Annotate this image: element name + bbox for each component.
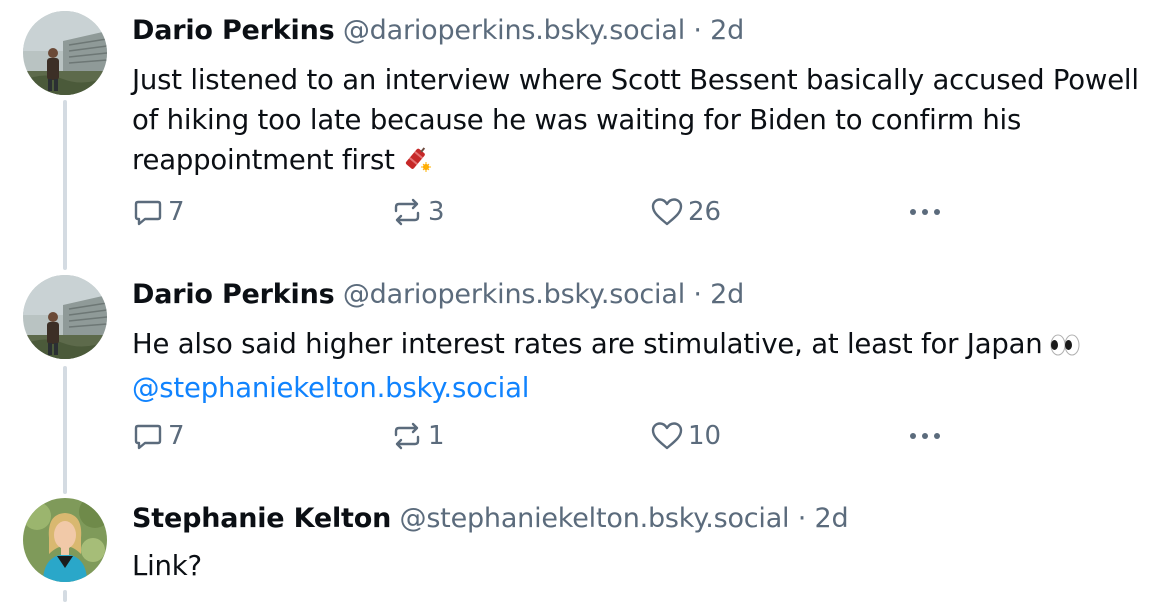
post-text: Just listened to an interview where Scot… <box>132 60 1142 184</box>
post-item[interactable]: Stephanie Kelton @stephaniekelton.bsky.s… <box>0 488 1176 602</box>
repost-button[interactable]: 1 <box>390 416 445 456</box>
repost-count: 1 <box>428 421 445 451</box>
post-item[interactable]: Dario Perkins @darioperkins.bsky.social … <box>0 264 1176 488</box>
separator-dot: · <box>797 503 807 534</box>
speech-bubble-icon <box>132 420 164 452</box>
separator-dot: · <box>693 279 702 310</box>
reply-count: 7 <box>168 197 185 227</box>
mention-link[interactable]: @stephaniekelton.bsky.social <box>132 372 529 404</box>
post-actions: 7 1 10 <box>132 416 952 456</box>
post-text-content: Link? <box>132 550 202 582</box>
post-text-content: He also said higher interest rates are s… <box>132 328 1043 360</box>
more-options-button[interactable] <box>907 416 943 456</box>
ellipsis-icon <box>907 196 943 228</box>
heart-outline-icon <box>650 420 684 452</box>
post-text-content: Just listened to an interview where Scot… <box>132 64 1139 176</box>
separator-dot: · <box>693 15 702 46</box>
repost-count: 3 <box>428 197 445 227</box>
post-header: Dario Perkins @darioperkins.bsky.social … <box>132 277 744 313</box>
post-time[interactable]: 2d <box>710 15 744 46</box>
heart-outline-icon <box>650 196 684 228</box>
author-name[interactable]: Stephanie Kelton <box>132 503 391 534</box>
reply-button[interactable]: 7 <box>132 192 185 232</box>
repost-arrows-icon <box>390 420 424 452</box>
post-header: Dario Perkins @darioperkins.bsky.social … <box>132 13 744 49</box>
author-name[interactable]: Dario Perkins <box>132 279 335 310</box>
reply-button[interactable]: 7 <box>132 416 185 456</box>
post-time[interactable]: 2d <box>815 503 849 534</box>
post-thread: Dario Perkins @darioperkins.bsky.social … <box>0 0 1176 602</box>
author-handle[interactable]: @darioperkins.bsky.social <box>343 279 685 310</box>
repost-arrows-icon <box>390 196 424 228</box>
avatar[interactable] <box>23 498 107 582</box>
repost-button[interactable]: 3 <box>390 192 445 232</box>
ellipsis-icon <box>907 420 943 452</box>
like-count: 26 <box>688 197 722 227</box>
like-count: 10 <box>688 421 722 451</box>
like-button[interactable]: 26 <box>650 192 721 232</box>
author-handle[interactable]: @darioperkins.bsky.social <box>343 15 685 46</box>
like-button[interactable]: 10 <box>650 416 721 456</box>
post-time[interactable]: 2d <box>710 279 744 310</box>
avatar[interactable] <box>23 275 107 359</box>
reply-count: 7 <box>168 421 185 451</box>
post-actions: 7 3 26 <box>132 192 952 232</box>
post-header: Stephanie Kelton @stephaniekelton.bsky.s… <box>132 501 849 537</box>
author-handle[interactable]: @stephaniekelton.bsky.social <box>400 503 790 534</box>
post-text: Link? <box>132 546 1142 586</box>
speech-bubble-icon <box>132 196 164 228</box>
eyes-icon <box>1049 328 1081 368</box>
avatar[interactable] <box>23 11 107 95</box>
more-options-button[interactable] <box>907 192 943 232</box>
firecracker-icon <box>401 143 431 184</box>
author-name[interactable]: Dario Perkins <box>132 15 335 46</box>
post-text: He also said higher interest rates are s… <box>132 324 1142 408</box>
post-item[interactable]: Dario Perkins @darioperkins.bsky.social … <box>0 0 1176 264</box>
